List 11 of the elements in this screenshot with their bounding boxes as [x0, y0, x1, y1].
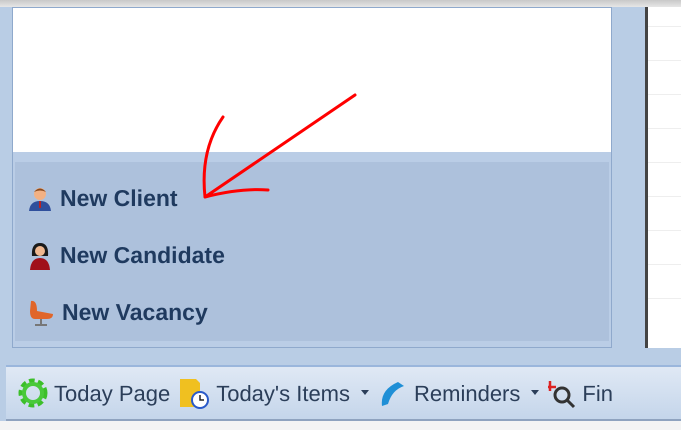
toolbar-button[interactable]: Today's Items: [176, 375, 370, 411]
woman-icon: [27, 242, 53, 270]
toolbar-button[interactable]: Today Page: [16, 376, 170, 410]
shortcut-link[interactable]: New Vacancy: [27, 284, 208, 341]
toolbar-button[interactable]: Fin: [546, 376, 613, 410]
man-icon: [27, 186, 53, 212]
chair-icon: [27, 298, 55, 326]
gear-icon: [16, 376, 50, 410]
shortcut-link[interactable]: New Client: [27, 170, 178, 227]
toolbar-button[interactable]: Reminders: [376, 376, 540, 410]
shortcut-link[interactable]: New Candidate: [27, 227, 225, 284]
